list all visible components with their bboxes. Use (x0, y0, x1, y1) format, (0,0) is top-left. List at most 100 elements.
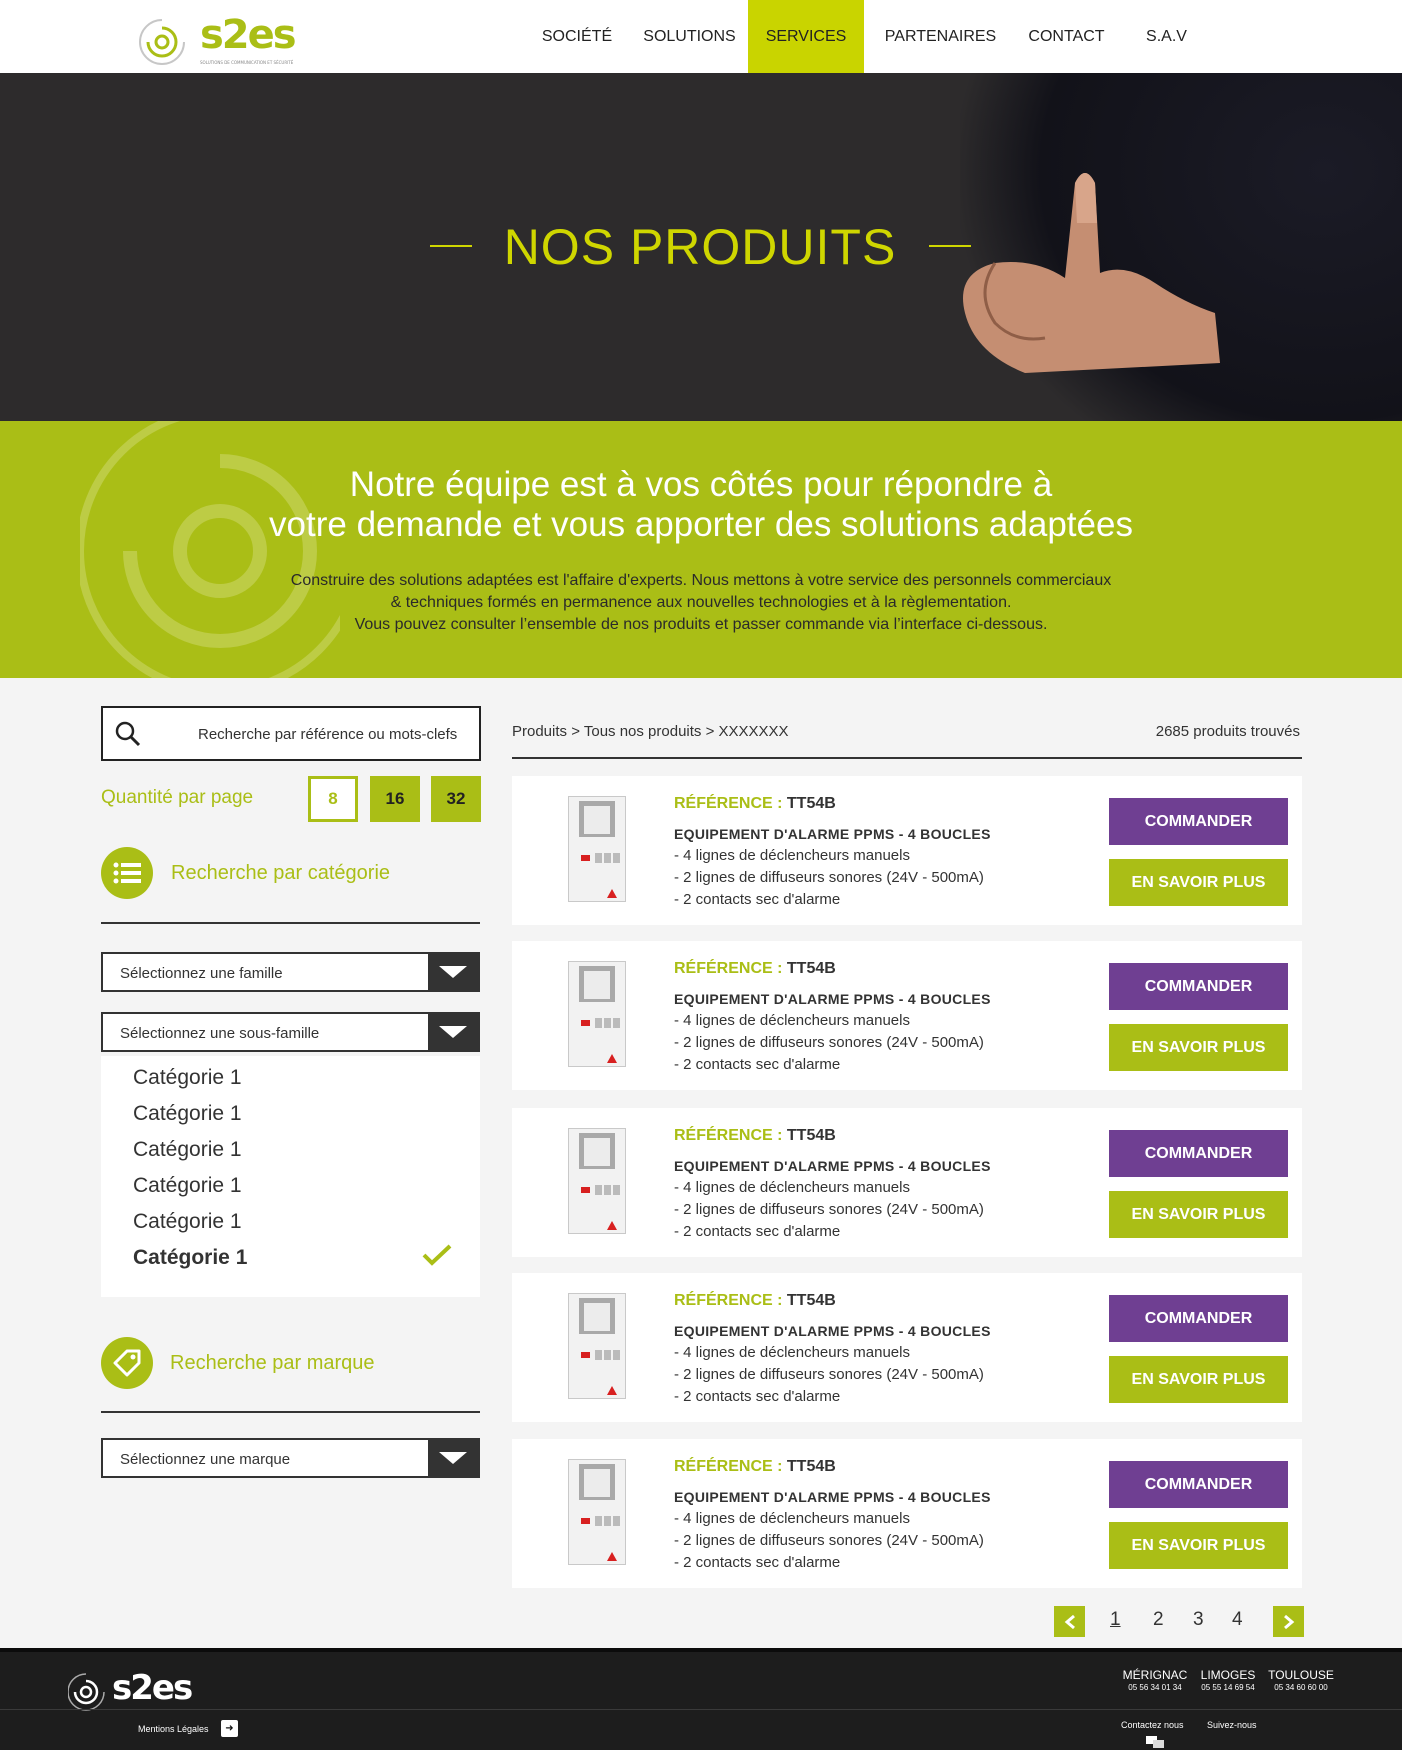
product-feature: - 4 lignes de déclencheurs manuels (674, 1012, 910, 1029)
category-option-selected[interactable]: Catégorie 1 (133, 1246, 247, 1270)
product-image[interactable] (568, 1293, 626, 1399)
listing-divider (512, 757, 1302, 759)
product-feature: - 4 lignes de déclencheurs manuels (674, 1179, 910, 1196)
chat-icon[interactable] (1145, 1735, 1165, 1749)
qty-option-16[interactable]: 16 (370, 776, 420, 822)
arrow-right-icon[interactable]: ➜ (221, 1720, 238, 1737)
learn-more-button[interactable]: EN SAVOIR PLUS (1109, 1191, 1288, 1238)
pagination-page-3[interactable]: 3 (1193, 1609, 1204, 1631)
breadcrumb[interactable]: Produits > Tous nos produits > XXXXXXX (512, 723, 789, 740)
learn-more-button[interactable]: EN SAVOIR PLUS (1109, 1522, 1288, 1569)
intro-band: Notre équipe est à vos côtés pour répond… (0, 421, 1402, 678)
order-button[interactable]: COMMANDER (1109, 1130, 1288, 1177)
intro-title-line2: votre demande et vous apporter des solut… (269, 505, 1133, 544)
pagination-page-2[interactable]: 2 (1153, 1609, 1164, 1631)
product-image[interactable] (568, 961, 626, 1067)
qty-per-page-label: Quantité par page (101, 787, 254, 808)
learn-more-button[interactable]: EN SAVOIR PLUS (1109, 1024, 1288, 1071)
footer-divider (0, 1709, 1402, 1710)
reference-label: RÉFÉRENCE : (674, 795, 783, 812)
phone-merignac[interactable]: 05 56 34 01 34 (1121, 1683, 1189, 1692)
category-option[interactable]: Catégorie 1 (133, 1174, 242, 1198)
product-feature: - 2 lignes de diffuseurs sonores (24V - … (674, 869, 984, 886)
order-button[interactable]: COMMANDER (1109, 1295, 1288, 1342)
chevron-right-icon (1283, 1614, 1294, 1629)
phone-limoges[interactable]: 05 55 14 69 54 (1195, 1683, 1261, 1692)
product-name: EQUIPEMENT D'ALARME PPMS - 4 BOUCLES (674, 991, 991, 1007)
city-merignac: MÉRIGNAC (1122, 1668, 1188, 1682)
band-swirl-watermark (80, 421, 340, 678)
contact-link[interactable]: Contactez nous (1121, 1720, 1184, 1730)
nav-sav[interactable]: S.A.V (1116, 0, 1217, 73)
search-input[interactable]: Recherche par référence ou mots-clefs (101, 706, 481, 761)
site-footer: s2es MÉRIGNAC 05 56 34 01 34 LIMOGES 05 … (0, 1648, 1402, 1750)
pagination-page-4[interactable]: 4 (1232, 1609, 1243, 1631)
category-search-title: Recherche par catégorie (171, 862, 391, 884)
product-feature: - 2 contacts sec d'alarme (674, 1056, 841, 1073)
subfamily-select[interactable]: Sélectionnez une sous-famille (101, 1012, 480, 1052)
pagination-prev[interactable] (1054, 1606, 1085, 1637)
pagination-page-1[interactable]: 1 (1110, 1609, 1121, 1631)
product-feature: - 4 lignes de déclencheurs manuels (674, 1510, 910, 1527)
site-logo[interactable]: s2es SOLUTIONS DE COMMUNICATION ET SÉCUR… (138, 12, 303, 68)
follow-link[interactable]: Suivez-nous (1207, 1720, 1257, 1730)
main-nav: SOCIÉTÉ SOLUTIONS SERVICES PARTENAIRES C… (523, 0, 1217, 73)
intro-title: Notre équipe est à vos côtés pour répond… (0, 465, 1402, 545)
product-card: RÉFÉRENCE : TT54B EQUIPEMENT D'ALARME PPM… (512, 941, 1302, 1090)
product-feature: - 4 lignes de déclencheurs manuels (674, 1344, 910, 1361)
product-name: EQUIPEMENT D'ALARME PPMS - 4 BOUCLES (674, 826, 991, 842)
category-option[interactable]: Catégorie 1 (133, 1102, 242, 1126)
product-feature: - 2 lignes de diffuseurs sonores (24V - … (674, 1201, 984, 1218)
nav-societe[interactable]: SOCIÉTÉ (523, 0, 631, 73)
order-button[interactable]: COMMANDER (1109, 1461, 1288, 1508)
product-image[interactable] (568, 1128, 626, 1234)
phone-toulouse[interactable]: 05 34 60 60 00 (1267, 1683, 1335, 1692)
nav-solutions[interactable]: SOLUTIONS (631, 0, 748, 73)
category-divider (101, 922, 480, 924)
product-feature: - 2 lignes de diffuseurs sonores (24V - … (674, 1034, 984, 1051)
search-placeholder: Recherche par référence ou mots-clefs (198, 726, 458, 743)
category-option[interactable]: Catégorie 1 (133, 1210, 242, 1234)
reference-label: RÉFÉRENCE : (674, 1127, 783, 1144)
footer-logo[interactable]: s2es (67, 1668, 208, 1714)
logo-tagline: SOLUTIONS DE COMMUNICATION ET SÉCURITÉ (200, 60, 294, 65)
product-reference: RÉFÉRENCE : TT54B (674, 1127, 836, 1145)
qty-option-8[interactable]: 8 (308, 776, 358, 822)
order-button[interactable]: COMMANDER (1109, 798, 1288, 845)
product-feature: - 2 lignes de diffuseurs sonores (24V - … (674, 1366, 984, 1383)
subfamily-select-value: Sélectionnez une sous-famille (120, 1025, 320, 1042)
family-select[interactable]: Sélectionnez une famille (101, 952, 480, 992)
learn-more-button[interactable]: EN SAVOIR PLUS (1109, 859, 1288, 906)
category-list: Catégorie 1 Catégorie 1 Catégorie 1 Caté… (101, 1056, 480, 1297)
city-limoges: LIMOGES (1200, 1668, 1256, 1682)
intro-text-line3: Vous pouvez consulter l’ensemble de nos … (354, 616, 1048, 633)
reference-label: RÉFÉRENCE : (674, 1292, 783, 1309)
product-card: RÉFÉRENCE : TT54B EQUIPEMENT D'ALARME PPM… (512, 1273, 1302, 1422)
category-list-icon (101, 847, 153, 899)
product-feature: - 2 lignes de diffuseurs sonores (24V - … (674, 1532, 984, 1549)
nav-services[interactable]: SERVICES (748, 0, 864, 73)
nav-contact[interactable]: CONTACT (1017, 0, 1116, 73)
product-image[interactable] (568, 796, 626, 902)
order-button[interactable]: COMMANDER (1109, 963, 1288, 1010)
nav-partenaires[interactable]: PARTENAIRES (864, 0, 1017, 73)
product-feature: - 2 contacts sec d'alarme (674, 1388, 841, 1405)
learn-more-button[interactable]: EN SAVOIR PLUS (1109, 1356, 1288, 1403)
legal-link[interactable]: Mentions Légales (138, 1724, 209, 1734)
footer-logo-text: s2es (112, 1668, 193, 1708)
category-option[interactable]: Catégorie 1 (133, 1138, 242, 1162)
chevron-down-icon (428, 954, 478, 990)
check-icon (422, 1244, 452, 1266)
category-option[interactable]: Catégorie 1 (133, 1066, 242, 1090)
qty-option-32[interactable]: 32 (431, 776, 481, 822)
product-image[interactable] (568, 1459, 626, 1565)
brand-select[interactable]: Sélectionnez une marque (101, 1438, 480, 1478)
site-header: s2es SOLUTIONS DE COMMUNICATION ET SÉCUR… (0, 0, 1402, 73)
product-feature: - 2 contacts sec d'alarme (674, 1223, 841, 1240)
search-icon (115, 721, 141, 747)
results-count: 2685 produits trouvés (1155, 723, 1300, 740)
hero-banner: NOS PRODUITS (0, 73, 1402, 421)
pagination-next[interactable] (1273, 1606, 1304, 1637)
product-feature: - 4 lignes de déclencheurs manuels (674, 847, 910, 864)
product-reference: RÉFÉRENCE : TT54B (674, 795, 836, 813)
